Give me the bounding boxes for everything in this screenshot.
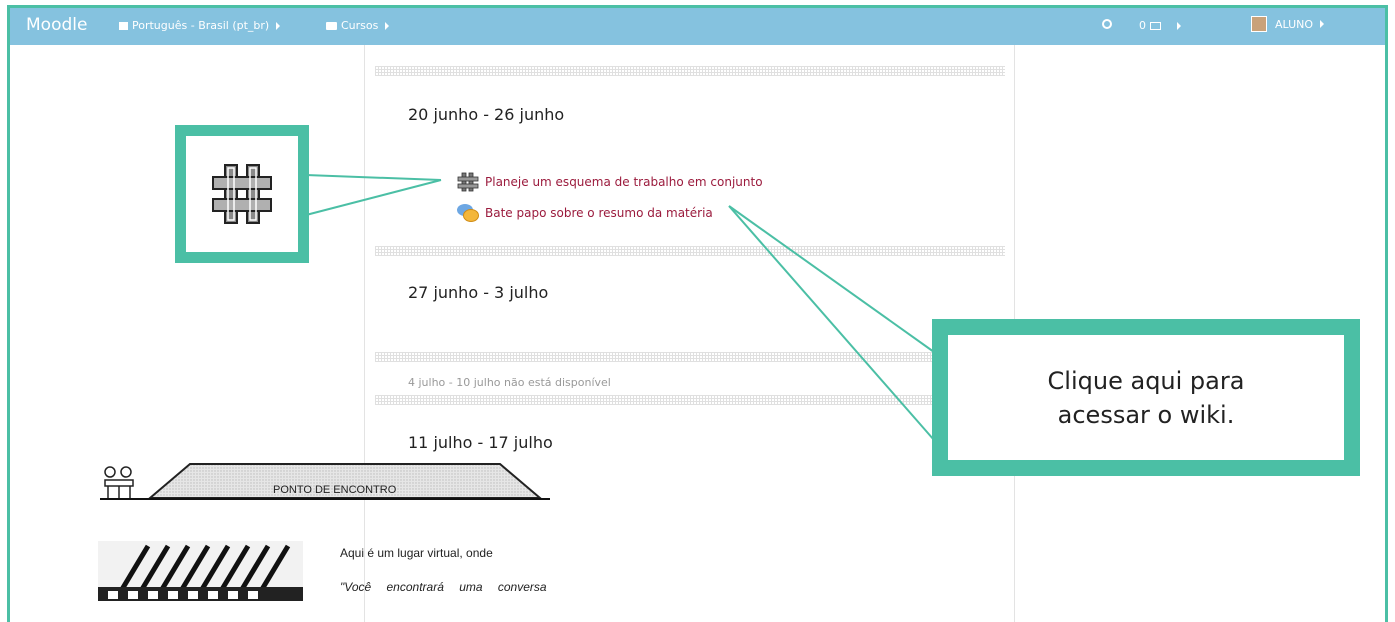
activity-chat-link[interactable]: Bate papo sobre o resumo da matéria [457, 203, 713, 223]
section-title: 11 julho - 17 julho [408, 433, 553, 452]
flag-icon [119, 21, 128, 30]
banner-description: Aqui é um lugar virtual, onde [340, 546, 493, 560]
caret-right-icon [1320, 20, 1325, 28]
awning-image [98, 541, 303, 601]
meeting-point-banner-image [100, 463, 550, 500]
section-divider [375, 66, 1005, 76]
unavailable-section-note: 4 julho - 10 julho não está disponível [408, 376, 611, 389]
callout-text: Clique aqui para acessar o wiki. [1047, 366, 1245, 429]
navbar: Moodle Português - Brasil (pt_br) Cursos… [10, 8, 1385, 45]
wiki-icon [212, 164, 272, 224]
briefcase-icon [326, 21, 337, 30]
user-name: ALUNO [1275, 17, 1314, 31]
chat-icon [457, 203, 479, 223]
avatar [1251, 16, 1267, 32]
notifications-button[interactable] [1102, 19, 1112, 29]
language-menu[interactable]: Português - Brasil (pt_br) [119, 19, 281, 32]
messages-menu[interactable]: 0 [1139, 19, 1181, 32]
mail-icon [1150, 21, 1161, 30]
wiki-icon [457, 172, 479, 192]
courses-menu[interactable]: Cursos [326, 19, 390, 32]
messages-count: 0 [1139, 19, 1146, 32]
language-label: Português - Brasil (pt_br) [132, 19, 270, 32]
browser-frame: Moodle Português - Brasil (pt_br) Cursos… [7, 5, 1388, 622]
section-divider [375, 352, 1005, 362]
caret-right-icon [1177, 21, 1181, 30]
instruction-callout: Clique aqui para acessar o wiki. [932, 319, 1360, 476]
activity-label: Bate papo sobre o resumo da matéria [485, 206, 713, 220]
section-title: 20 junho - 26 junho [408, 105, 565, 124]
courses-label: Cursos [341, 19, 379, 32]
course-content: 20 junho - 26 junho Planeje um esquema d… [364, 45, 1015, 622]
section-title: 27 junho - 3 julho [408, 283, 549, 302]
banner-title: PONTO DE ENCONTRO [273, 484, 397, 496]
activity-label: Planeje um esquema de trabalho em conjun… [485, 175, 763, 189]
section-divider [375, 395, 1005, 405]
caret-right-icon [385, 21, 390, 30]
user-menu[interactable]: ALUNO [1251, 16, 1325, 32]
wiki-icon-callout [175, 125, 309, 263]
section-divider [375, 246, 1005, 256]
activity-wiki-link[interactable]: Planeje um esquema de trabalho em conjun… [457, 172, 763, 192]
caret-right-icon [276, 21, 281, 30]
clock-icon [1102, 19, 1112, 29]
banner-quote: "Você encontrará uma conversa [340, 580, 547, 594]
brand-link[interactable]: Moodle [26, 15, 87, 35]
